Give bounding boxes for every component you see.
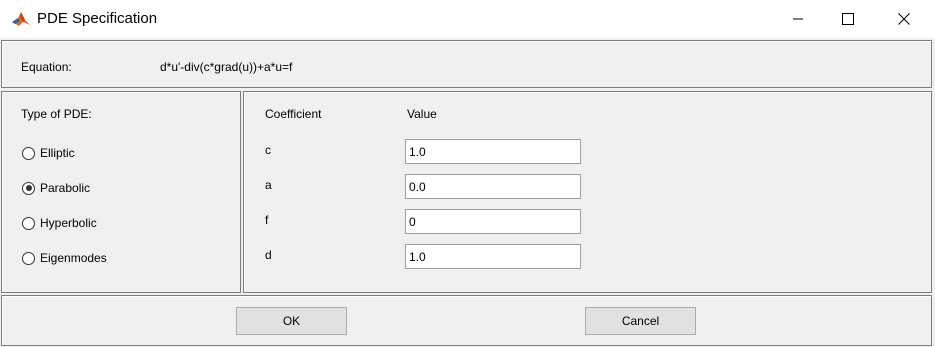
radio-parabolic[interactable]: Parabolic (22, 180, 90, 196)
radio-label: Eigenmodes (40, 251, 107, 265)
coefficient-f-input[interactable] (405, 209, 581, 234)
window-title: PDE Specification (37, 10, 158, 27)
coefficient-name-f: f (265, 213, 269, 227)
radio-eigenmodes[interactable]: Eigenmodes (22, 250, 107, 266)
radio-button-selected[interactable] (22, 181, 35, 195)
coefficient-name-d: d (265, 248, 272, 262)
minimize-icon (792, 13, 804, 25)
equation-label: Equation: (21, 60, 72, 74)
close-icon (898, 13, 910, 25)
coefficient-a-input[interactable] (405, 174, 581, 199)
ok-button[interactable]: OK (236, 307, 347, 335)
radio-label: Hyperbolic (40, 216, 97, 230)
coefficients-panel: Coefficient Value c a f d (243, 91, 932, 293)
coefficient-name-a: a (265, 178, 272, 192)
radio-elliptic[interactable]: Elliptic (22, 145, 75, 161)
equation-text: d*u'-div(c*grad(u))+a*u=f (160, 60, 293, 74)
title-bar: PDE Specification (0, 0, 935, 38)
maximize-icon (842, 13, 854, 25)
radio-label: Elliptic (40, 146, 75, 160)
matlab-icon (11, 9, 31, 29)
cancel-button[interactable]: Cancel (585, 307, 696, 335)
button-panel (1, 295, 932, 346)
minimize-button[interactable] (775, 0, 821, 38)
close-button[interactable] (881, 0, 927, 38)
dialog-body: Equation: d*u'-div(c*grad(u))+a*u=f Type… (0, 38, 935, 347)
value-header: Value (407, 107, 437, 121)
radio-hyperbolic[interactable]: Hyperbolic (22, 215, 97, 231)
coefficient-name-c: c (265, 143, 271, 157)
coefficient-header: Coefficient (265, 107, 322, 121)
equation-panel: Equation: d*u'-div(c*grad(u))+a*u=f (1, 40, 932, 88)
coefficient-d-input[interactable] (405, 244, 581, 269)
radio-button[interactable] (22, 146, 35, 160)
radio-button[interactable] (22, 216, 35, 230)
coefficient-c-input[interactable] (405, 139, 581, 164)
pde-type-label: Type of PDE: (21, 107, 92, 121)
maximize-button[interactable] (825, 0, 871, 38)
radio-label: Parabolic (40, 181, 91, 195)
radio-button[interactable] (22, 251, 35, 265)
pde-type-panel: Type of PDE: Elliptic Parabolic Hyperbol… (1, 91, 241, 293)
